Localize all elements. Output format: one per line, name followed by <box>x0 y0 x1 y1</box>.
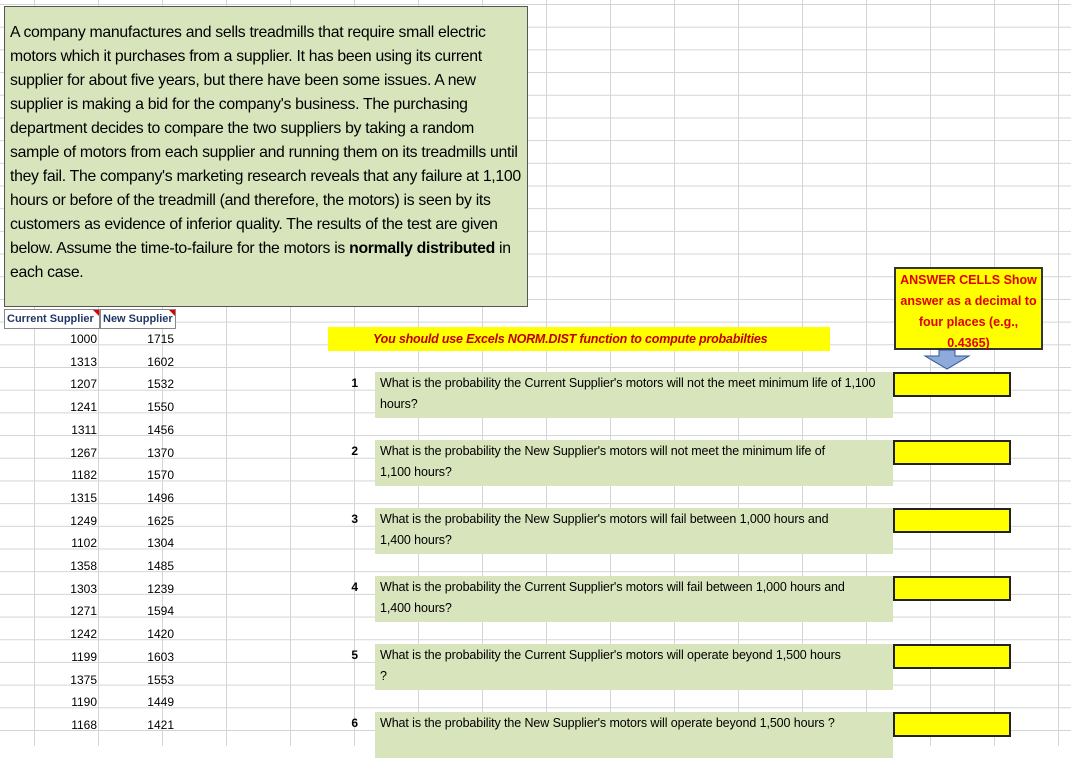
question-text[interactable]: What is the probability the Current Supp… <box>375 372 893 418</box>
question-line: hours? <box>380 397 418 411</box>
new-supplier-cell[interactable]: 1625 <box>100 511 174 531</box>
question-text[interactable]: What is the probability the New Supplier… <box>375 440 893 486</box>
answer-cell[interactable] <box>893 372 1011 397</box>
question-text[interactable]: What is the probability the Current Supp… <box>375 644 893 690</box>
current-supplier-cell[interactable]: 1102 <box>4 533 97 553</box>
new-supplier-cell[interactable]: 1715 <box>100 329 174 349</box>
comment-indicator <box>169 310 175 316</box>
header-new-supplier[interactable]: New Supplier <box>100 309 176 329</box>
answer-cell[interactable] <box>893 508 1011 533</box>
question-number[interactable]: 6 <box>330 716 358 730</box>
current-supplier-cell[interactable]: 1000 <box>4 329 97 349</box>
question-number[interactable]: 4 <box>330 580 358 594</box>
question-line: 1,400 hours? <box>380 533 452 547</box>
new-supplier-cell[interactable]: 1532 <box>100 374 174 394</box>
question-line: 1,400 hours? <box>380 601 452 615</box>
current-supplier-cell[interactable]: 1315 <box>4 488 97 508</box>
question-line: ? <box>380 669 387 683</box>
current-supplier-cell[interactable]: 1242 <box>4 624 97 644</box>
current-supplier-cell[interactable]: 1190 <box>4 692 97 712</box>
question-line: 1,100 hours? <box>380 465 452 479</box>
answer-note-line: four places (e.g., <box>918 315 1019 329</box>
question-line: What is the probability the New Supplier… <box>380 444 825 458</box>
header-new-label: New Supplier <box>103 313 173 325</box>
question-number[interactable]: 1 <box>330 376 358 390</box>
problem-statement[interactable]: A company manufactures and sells treadmi… <box>4 6 528 307</box>
question-line: What is the probability the Current Supp… <box>380 580 845 594</box>
question-number[interactable]: 3 <box>330 512 358 526</box>
current-supplier-cell[interactable]: 1271 <box>4 601 97 621</box>
current-supplier-cell[interactable]: 1182 <box>4 465 97 485</box>
current-supplier-cell[interactable]: 1358 <box>4 556 97 576</box>
answer-note-line: ANSWER CELLS Show <box>900 273 1037 287</box>
header-current-label: Current Supplier <box>7 313 94 325</box>
current-supplier-cell[interactable]: 1375 <box>4 670 97 690</box>
new-supplier-cell[interactable]: 1304 <box>100 533 174 553</box>
header-current-supplier[interactable]: Current Supplier <box>4 309 100 329</box>
new-supplier-cell[interactable]: 1239 <box>100 579 174 599</box>
answer-note-line: answer as a decimal to <box>900 294 1037 308</box>
current-supplier-cell[interactable]: 1249 <box>4 511 97 531</box>
new-supplier-cell[interactable]: 1420 <box>100 624 174 644</box>
problem-bold-text: normally distributed <box>349 240 495 257</box>
comment-indicator <box>93 310 99 316</box>
current-supplier-cell[interactable]: 1267 <box>4 443 97 463</box>
new-supplier-cell[interactable]: 1570 <box>100 465 174 485</box>
answer-cell[interactable] <box>893 712 1011 737</box>
current-supplier-cell[interactable]: 1303 <box>4 579 97 599</box>
current-supplier-cell[interactable]: 1311 <box>4 420 97 440</box>
new-supplier-cell[interactable]: 1421 <box>100 715 174 735</box>
new-supplier-cell[interactable]: 1370 <box>100 443 174 463</box>
down-arrow-icon <box>923 350 971 370</box>
problem-text: A company manufactures and sells treadmi… <box>10 24 521 257</box>
new-supplier-cell[interactable]: 1449 <box>100 692 174 712</box>
new-supplier-cell[interactable]: 1485 <box>100 556 174 576</box>
answer-cell[interactable] <box>893 644 1011 669</box>
question-text[interactable]: What is the probability the New Supplier… <box>375 508 893 554</box>
norm-dist-note[interactable]: You should use Excels NORM.DIST function… <box>328 327 830 351</box>
question-line: What is the probability the Current Supp… <box>380 648 841 662</box>
question-line: What is the probability the New Supplier… <box>380 512 829 526</box>
new-supplier-cell[interactable]: 1594 <box>100 601 174 621</box>
new-supplier-cell[interactable]: 1456 <box>100 420 174 440</box>
current-supplier-cell[interactable]: 1241 <box>4 397 97 417</box>
new-supplier-cell[interactable]: 1602 <box>100 352 174 372</box>
question-line: What is the probability the New Supplier… <box>380 716 835 730</box>
question-text[interactable]: What is the probability the Current Supp… <box>375 576 893 622</box>
answer-cell[interactable] <box>893 440 1011 465</box>
question-line: What is the probability the Current Supp… <box>380 376 876 390</box>
answer-cell[interactable] <box>893 576 1011 601</box>
answer-cells-note[interactable]: ANSWER CELLS Show answer as a decimal to… <box>894 267 1043 350</box>
new-supplier-cell[interactable]: 1496 <box>100 488 174 508</box>
question-text[interactable]: What is the probability the New Supplier… <box>375 712 893 758</box>
question-number[interactable]: 2 <box>330 444 358 458</box>
current-supplier-cell[interactable]: 1207 <box>4 374 97 394</box>
new-supplier-cell[interactable]: 1603 <box>100 647 174 667</box>
current-supplier-cell[interactable]: 1313 <box>4 352 97 372</box>
current-supplier-cell[interactable]: 1168 <box>4 715 97 735</box>
new-supplier-cell[interactable]: 1550 <box>100 397 174 417</box>
new-supplier-cell[interactable]: 1553 <box>100 670 174 690</box>
current-supplier-cell[interactable]: 1199 <box>4 647 97 667</box>
question-number[interactable]: 5 <box>330 648 358 662</box>
